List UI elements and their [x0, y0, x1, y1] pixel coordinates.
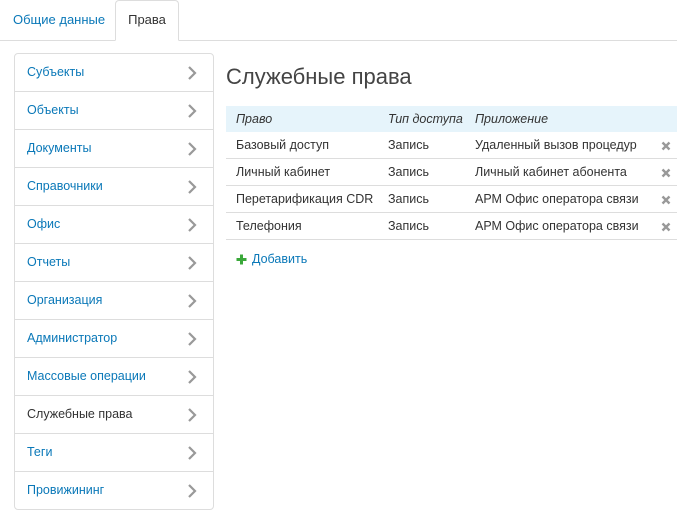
close-icon[interactable] — [661, 168, 671, 178]
column-header-actions — [655, 106, 677, 132]
plus-icon — [236, 254, 247, 264]
cell-access-type: Запись — [378, 132, 465, 159]
chevron-right-icon — [188, 484, 197, 498]
sidebar-item-label: Массовые операции — [27, 369, 146, 383]
chevron-right-icon — [188, 180, 197, 194]
cell-application: АРМ Офис оператора связи — [465, 212, 655, 240]
cell-right: Перетарификация CDR — [226, 185, 378, 213]
chevron-right-icon — [188, 218, 197, 232]
tab-rights[interactable]: Права — [115, 0, 179, 41]
table-row: Перетарификация CDR Запись АРМ Офис опер… — [226, 185, 677, 213]
tab-bar: Общие данные Права — [0, 0, 677, 41]
sidebar-item-subjects[interactable]: Субъекты — [15, 54, 213, 92]
sidebar: Субъекты Объекты Документы Справочники О… — [14, 53, 214, 510]
table-row: Базовый доступ Запись Удаленный вызов пр… — [226, 132, 677, 159]
cell-access-type: Запись — [378, 212, 465, 240]
chevron-right-icon — [188, 408, 197, 422]
sidebar-item-reports[interactable]: Отчеты — [15, 244, 213, 282]
sidebar-item-objects[interactable]: Объекты — [15, 92, 213, 130]
delete-row-cell — [655, 158, 677, 186]
column-header-access-type: Тип доступа — [378, 106, 465, 132]
cell-application: Удаленный вызов процедур — [465, 132, 655, 159]
chevron-right-icon — [188, 294, 197, 308]
close-icon[interactable] — [661, 195, 671, 205]
table-row: Личный кабинет Запись Личный кабинет або… — [226, 158, 677, 186]
delete-row-cell — [655, 185, 677, 213]
chevron-right-icon — [188, 66, 197, 80]
sidebar-item-service-rights[interactable]: Служебные права — [15, 396, 213, 434]
sidebar-item-label: Офис — [27, 217, 61, 231]
sidebar-item-label: Теги — [27, 445, 53, 459]
sidebar-item-label: Отчеты — [27, 255, 71, 269]
sidebar-item-bulk-operations[interactable]: Массовые операции — [15, 358, 213, 396]
sidebar-item-label: Субъекты — [27, 65, 85, 79]
cell-application: АРМ Офис оператора связи — [465, 185, 655, 213]
column-header-right: Право — [226, 106, 378, 132]
delete-row-cell — [655, 212, 677, 240]
sidebar-item-label: Объекты — [27, 103, 79, 117]
close-icon[interactable] — [661, 141, 671, 151]
chevron-right-icon — [188, 104, 197, 118]
column-header-application: Приложение — [465, 106, 655, 132]
table-header-row: Право Тип доступа Приложение — [226, 106, 677, 132]
add-right-label: Добавить — [252, 252, 308, 266]
sidebar-item-label: Документы — [27, 141, 92, 155]
chevron-right-icon — [188, 370, 197, 384]
sidebar-item-documents[interactable]: Документы — [15, 130, 213, 168]
sidebar-item-organization[interactable]: Организация — [15, 282, 213, 320]
sidebar-item-directories[interactable]: Справочники — [15, 168, 213, 206]
table-row: Телефония Запись АРМ Офис оператора связ… — [226, 212, 677, 240]
sidebar-item-label: Справочники — [27, 179, 103, 193]
sidebar-item-label: Администратор — [27, 331, 118, 345]
sidebar-item-tags[interactable]: Теги — [15, 434, 213, 472]
add-right-button[interactable]: Добавить — [236, 252, 307, 266]
sidebar-item-label: Организация — [27, 293, 103, 307]
tab-general-data[interactable]: Общие данные — [0, 1, 118, 39]
chevron-right-icon — [188, 332, 197, 346]
sidebar-item-administrator[interactable]: Администратор — [15, 320, 213, 358]
cell-right: Личный кабинет — [226, 158, 378, 186]
chevron-right-icon — [188, 256, 197, 270]
rights-table: Право Тип доступа Приложение Базовый дос… — [226, 106, 677, 240]
close-icon[interactable] — [661, 222, 671, 232]
cell-right: Телефония — [226, 212, 378, 240]
sidebar-item-label: Провижининг — [27, 483, 105, 497]
sidebar-item-office[interactable]: Офис — [15, 206, 213, 244]
sidebar-item-label: Служебные права — [27, 407, 133, 421]
delete-row-cell — [655, 132, 677, 159]
chevron-right-icon — [188, 142, 197, 156]
cell-access-type: Запись — [378, 185, 465, 213]
sidebar-item-provisioning[interactable]: Провижининг — [15, 472, 213, 509]
chevron-right-icon — [188, 446, 197, 460]
cell-right: Базовый доступ — [226, 132, 378, 159]
cell-access-type: Запись — [378, 158, 465, 186]
page-title: Служебные права — [226, 64, 412, 89]
cell-application: Личный кабинет абонента — [465, 158, 655, 186]
